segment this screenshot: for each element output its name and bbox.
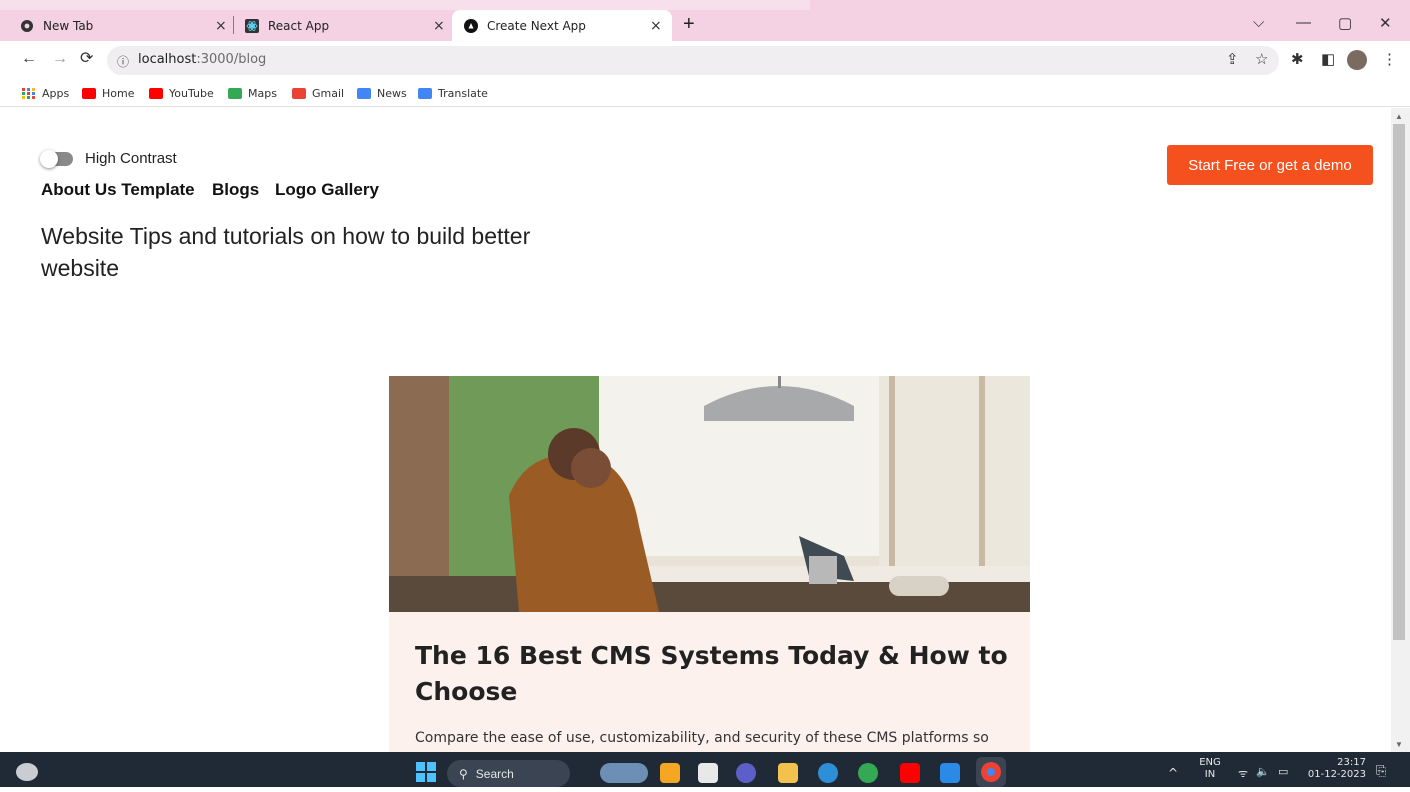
nav-logo-gallery[interactable]: Logo Gallery — [275, 180, 379, 200]
widgets-landscape-icon[interactable] — [600, 763, 648, 783]
youtube-icon — [149, 87, 163, 99]
gmail-icon — [292, 87, 306, 99]
tray-chevron-up-icon[interactable]: ^ — [1168, 766, 1178, 780]
tab-label: New Tab — [43, 18, 94, 33]
blog-card-description: Compare the ease of use, customizability… — [415, 730, 989, 746]
nav-blogs[interactable]: Blogs — [212, 180, 259, 200]
chrome-icon[interactable] — [858, 763, 878, 783]
extensions-puzzle-icon[interactable]: ✱ — [1291, 51, 1304, 69]
clock[interactable]: 23:17 01-12-2023 — [1304, 757, 1366, 781]
page-tagline: Website Tips and tutorials on how to bui… — [41, 223, 531, 281]
tab-create-next-app[interactable]: Create Next App × — [452, 10, 672, 41]
minimize-icon[interactable]: — — [1296, 14, 1311, 31]
address-bar[interactable] — [107, 46, 1279, 75]
scrollbar-thumb[interactable] — [1393, 124, 1405, 640]
bookmark-translate[interactable]: Translate — [418, 85, 488, 101]
bookmark-apps[interactable]: Apps — [22, 85, 69, 101]
tab-search-chevron-icon[interactable]: ⌵ — [1253, 14, 1264, 31]
close-icon[interactable]: × — [433, 18, 445, 34]
task-view-icon[interactable] — [698, 763, 718, 783]
bookmark-home[interactable]: Home — [82, 85, 134, 101]
reload-icon[interactable]: ⟳ — [80, 49, 93, 69]
youtube-icon — [82, 87, 96, 99]
high-contrast-toggle[interactable] — [40, 150, 73, 168]
youtube-icon[interactable] — [900, 763, 920, 783]
blog-card-title[interactable]: The 16 Best CMS Systems Today & How to C… — [415, 638, 1015, 710]
start-free-demo-button[interactable]: Start Free or get a demo — [1167, 145, 1373, 185]
bookmark-star-icon[interactable]: ☆ — [1255, 51, 1268, 69]
news-icon — [357, 87, 371, 99]
apps-grid-icon — [22, 87, 36, 99]
translate-icon — [418, 87, 432, 99]
file-explorer-icon[interactable] — [778, 763, 798, 783]
side-panel-icon[interactable]: ◧ — [1321, 51, 1335, 69]
maps-icon — [228, 87, 242, 99]
tab-new-tab[interactable]: New Tab × — [20, 10, 235, 41]
wifi-icon[interactable]: ᯤ — [1238, 766, 1248, 781]
nextjs-icon — [464, 18, 478, 33]
edge-icon[interactable] — [818, 763, 838, 783]
language-indicator[interactable]: ENG IN — [1196, 757, 1224, 781]
nav-about-us-template[interactable]: About Us Template — [41, 180, 195, 200]
tab-react-app[interactable]: React App × — [245, 10, 455, 41]
back-icon[interactable]: ← — [21, 49, 37, 69]
app-icon[interactable] — [660, 763, 680, 783]
bookmark-news[interactable]: News — [357, 85, 407, 101]
bookmark-youtube[interactable]: YouTube — [149, 85, 214, 101]
notifications-icon[interactable]: ⎘ — [1376, 764, 1386, 779]
vscode-icon[interactable] — [940, 763, 960, 783]
window-close-icon[interactable]: ✕ — [1379, 14, 1392, 32]
search-icon: ⚲ — [459, 766, 468, 781]
restore-icon[interactable]: ▢ — [1338, 14, 1352, 32]
taskbar-search[interactable]: ⚲ Search — [447, 760, 570, 787]
close-icon[interactable]: × — [215, 18, 227, 34]
chrome-active-icon[interactable] — [976, 757, 1006, 787]
scroll-up-icon[interactable]: ▲ — [1395, 112, 1403, 121]
url-text[interactable]: localhost:3000/blog — [138, 52, 266, 67]
blog-card-image[interactable] — [389, 376, 1030, 612]
bookmark-gmail[interactable]: Gmail — [292, 85, 344, 101]
profile-avatar[interactable] — [1347, 50, 1367, 70]
high-contrast-label: High Contrast — [85, 150, 177, 167]
bookmark-maps[interactable]: Maps — [228, 85, 277, 101]
scroll-down-icon[interactable]: ▼ — [1395, 740, 1403, 749]
tab-label: Create Next App — [487, 18, 586, 33]
windows-start-icon[interactable] — [416, 762, 436, 787]
teams-chat-icon[interactable] — [736, 763, 756, 783]
weather-widget-icon[interactable] — [16, 763, 38, 781]
share-icon[interactable]: ⇪ — [1226, 51, 1239, 69]
forward-icon[interactable]: → — [52, 49, 68, 69]
react-icon — [245, 18, 259, 33]
site-info-icon[interactable]: ⓘ — [117, 53, 129, 70]
new-tab-button[interactable]: + — [683, 14, 695, 34]
tab-label: React App — [268, 18, 330, 33]
menu-kebab-icon[interactable]: ⋮ — [1382, 51, 1397, 69]
chrome-icon — [20, 19, 34, 33]
battery-icon[interactable]: ▭ — [1278, 765, 1288, 778]
volume-icon[interactable]: 🔈 — [1256, 765, 1270, 778]
close-icon[interactable]: × — [650, 18, 662, 34]
